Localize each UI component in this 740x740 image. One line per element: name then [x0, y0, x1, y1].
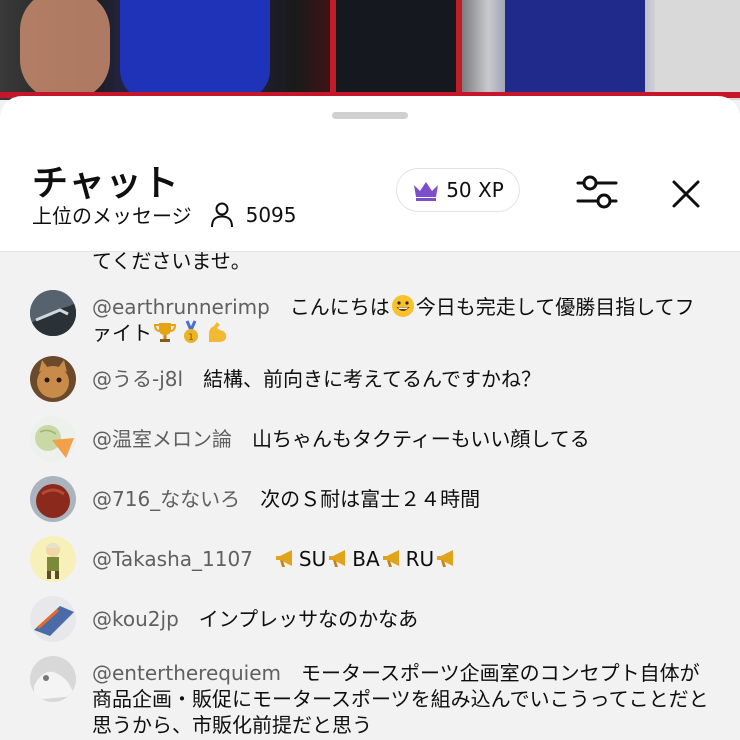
megaphone-icon	[275, 550, 292, 567]
chat-mode-selector[interactable]: 上位のメッセージ 5095	[32, 200, 297, 229]
message-text: 結構、前向きに考えてるんですかね？	[203, 367, 542, 391]
avatar-image	[30, 656, 76, 702]
message-author[interactable]: @earthrunnerimp	[92, 295, 270, 319]
message-author[interactable]: @entertherequiem	[92, 661, 281, 685]
svg-text:1: 1	[188, 333, 194, 343]
medal-icon: 1	[184, 320, 198, 343]
avatar[interactable]	[30, 356, 76, 402]
avatar-image	[30, 290, 76, 336]
message-body: @kou2jp インプレッサなのかなあ	[92, 606, 712, 632]
message-body: @earthrunnerimp こんにちは 今日も完走して優勝目指してファイト 1	[92, 294, 712, 346]
avatar[interactable]	[30, 656, 76, 702]
flexed-biceps-icon	[209, 322, 227, 342]
avatar-image	[30, 596, 76, 642]
video-figure	[330, 0, 462, 100]
message-body: @716_なないろ 次のＳ耐は富士２４時間	[92, 486, 712, 512]
message-text: 次のＳ耐は富士２４時間	[260, 487, 481, 511]
avatar[interactable]	[30, 536, 76, 582]
xp-badge[interactable]: 50 XP	[396, 168, 520, 212]
message-text: てくださいませ。	[92, 252, 251, 273]
person-icon	[210, 202, 233, 227]
message-body: @Takasha_1107 SU BA RU	[92, 546, 712, 572]
message-body: @entertherequiem モータースポーツ企画室のコンセプト自体が商品企画…	[92, 660, 712, 738]
app-root: チャット 上位のメッセージ 5095 50 XP てくださいませ。 @earth…	[0, 0, 740, 740]
megaphone-icon	[329, 550, 346, 567]
avatar[interactable]	[30, 416, 76, 462]
chat-message-list[interactable]: てくださいませ。 @earthrunnerimp こんにちは 今日も完走して優勝目指…	[0, 252, 740, 740]
message-text: 山ちゃんもタクティーもいい顔してる	[252, 427, 590, 451]
message-author[interactable]: @うる-j8l	[92, 367, 183, 391]
avatar-image	[30, 416, 76, 462]
chat-panel: チャット 上位のメッセージ 5095 50 XP てくださいませ。 @earth…	[0, 96, 740, 740]
message-body: @うる-j8l 結構、前向きに考えてるんですかね？	[92, 366, 712, 392]
avatar[interactable]	[30, 290, 76, 336]
video-figure	[505, 0, 645, 100]
close-icon[interactable]	[666, 174, 706, 214]
video-player[interactable]	[0, 0, 740, 100]
message-text: インプレッサなのかなあ	[198, 607, 419, 631]
video-figure	[120, 0, 270, 100]
chat-title: チャット	[32, 163, 180, 204]
message-author[interactable]: @716_なないろ	[92, 487, 240, 511]
avatar[interactable]	[30, 596, 76, 642]
message-author[interactable]: @Takasha_1107	[92, 547, 253, 571]
message-author[interactable]: @温室メロン論	[92, 427, 232, 451]
avatar[interactable]	[30, 476, 76, 522]
megaphone-icon	[382, 550, 399, 567]
trophy-icon	[153, 323, 177, 342]
grinning-face-icon	[391, 295, 414, 317]
xp-value: 50 XP	[446, 178, 504, 202]
message-body: @温室メロン論 山ちゃんもタクティーもいい顔してる	[92, 426, 712, 452]
message-text: BA	[352, 547, 380, 571]
message-text: こんにちは	[289, 295, 390, 319]
sliders-icon[interactable]	[574, 172, 620, 212]
megaphone-icon	[437, 550, 454, 567]
avatar-image	[30, 536, 76, 582]
video-figure	[655, 0, 740, 100]
chat-mode-label: 上位のメッセージ	[32, 204, 192, 228]
video-figure	[20, 0, 110, 100]
avatar-image	[30, 476, 76, 522]
message-text: RU	[405, 547, 435, 571]
drag-handle[interactable]	[332, 112, 408, 119]
avatar-image	[30, 356, 76, 402]
message-author[interactable]: @kou2jp	[92, 607, 179, 631]
crown-icon	[414, 182, 439, 201]
message-text: SU	[298, 547, 327, 571]
viewer-count: 5095	[245, 202, 297, 227]
